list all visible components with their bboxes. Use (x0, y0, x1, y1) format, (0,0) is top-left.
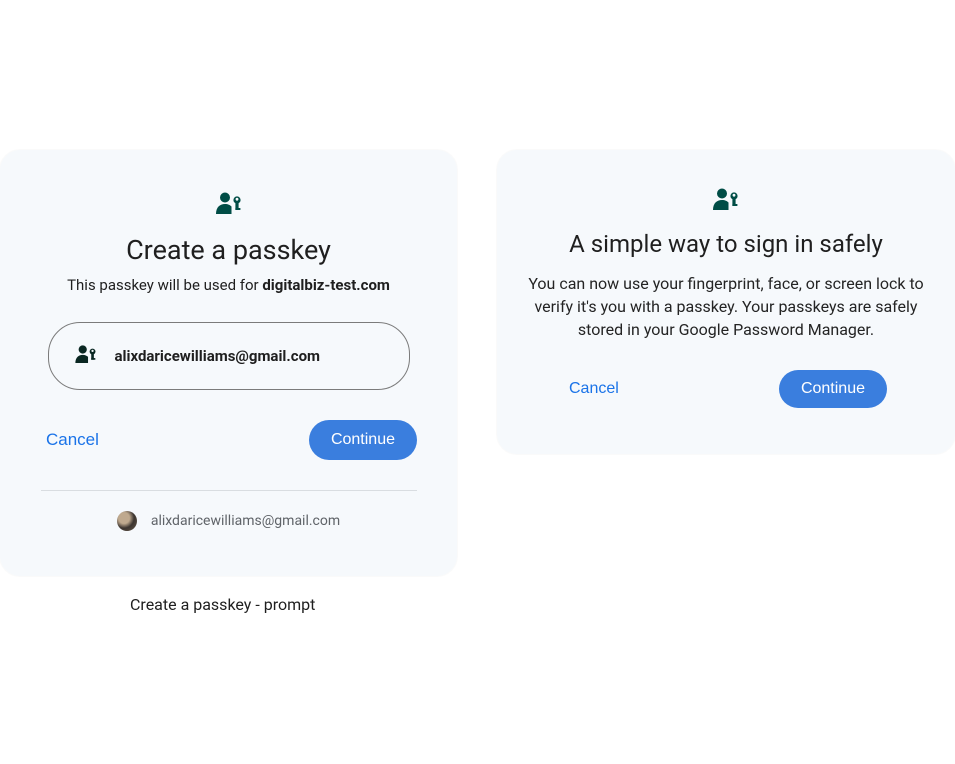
footer-email: alixdaricewilliams@gmail.com (151, 513, 340, 529)
dialog-title: Create a passkey (126, 234, 331, 266)
passkey-icon (713, 186, 739, 212)
divider (41, 490, 417, 491)
continue-button[interactable]: Continue (779, 370, 887, 408)
figure-caption: Create a passkey - prompt (130, 595, 315, 614)
account-email: alixdaricewilliams@gmail.com (115, 347, 321, 365)
dialog-subtitle: This passkey will be used for digitalbiz… (67, 276, 390, 294)
info-body: You can now use your fingerprint, face, … (527, 272, 925, 342)
continue-button[interactable]: Continue (309, 420, 417, 460)
cancel-button[interactable]: Cancel (565, 374, 623, 404)
avatar (117, 511, 137, 531)
cancel-button[interactable]: Cancel (42, 424, 103, 456)
passkey-info-dialog: A simple way to sign in safely You can n… (497, 150, 955, 454)
dialog-actions: Cancel Continue (20, 420, 437, 460)
passkey-icon (216, 190, 242, 216)
create-passkey-dialog: Create a passkey This passkey will be us… (0, 150, 457, 576)
passkey-icon (75, 345, 97, 367)
dialog-actions: Cancel Continue (527, 370, 925, 408)
info-title: A simple way to sign in safely (569, 230, 883, 258)
signed-in-account: alixdaricewilliams@gmail.com (117, 511, 340, 531)
account-selector[interactable]: alixdaricewilliams@gmail.com (48, 322, 410, 390)
subtitle-prefix: This passkey will be used for (67, 276, 262, 294)
subtitle-domain: digitalbiz-test.com (262, 276, 390, 294)
